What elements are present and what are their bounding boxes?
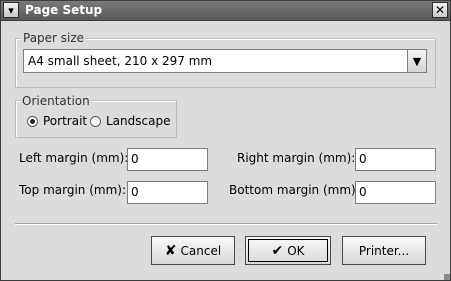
page-setup-dialog: ▾ Page Setup ✕ Paper size A4 small sheet… [0, 0, 451, 281]
orientation-label: Orientation [20, 94, 92, 108]
cancel-button[interactable]: ✘ Cancel [151, 236, 235, 265]
window-title: Page Setup [25, 3, 103, 17]
radio-landscape-label: Landscape [106, 114, 171, 128]
radio-portrait-label: Portrait [43, 114, 88, 128]
printer-button[interactable]: Printer... [342, 236, 426, 265]
bottom-margin-label: Bottom margin (mm): [229, 183, 360, 197]
close-icon[interactable]: ✕ [432, 2, 448, 18]
top-margin-label: Top margin (mm): [19, 183, 126, 197]
cancel-x-icon: ✘ [164, 242, 177, 259]
resize-grip-icon[interactable] [444, 274, 450, 280]
right-margin-label: Right margin (mm): [237, 151, 356, 165]
ok-button[interactable]: ✔ OK [245, 236, 331, 265]
radio-unselected-icon [90, 115, 101, 127]
window-menu-icon[interactable]: ▾ [3, 2, 19, 18]
left-margin-label: Left margin (mm): [19, 151, 129, 165]
paper-size-value: A4 small sheet, 210 x 297 mm [28, 54, 213, 68]
ok-button-label: OK [287, 243, 305, 258]
right-margin-input[interactable]: 0 [355, 148, 436, 171]
bottom-margin-input[interactable]: 0 [355, 181, 436, 204]
printer-button-label: Printer... [358, 243, 410, 258]
paper-size-label: Paper size [21, 31, 87, 45]
paper-size-combo[interactable]: A4 small sheet, 210 x 297 mm ▼ [23, 49, 427, 73]
title-bar[interactable]: ▾ Page Setup ✕ [1, 1, 450, 21]
radio-selected-icon [27, 115, 38, 127]
ok-check-icon: ✔ [271, 242, 284, 259]
cancel-button-label: Cancel [180, 243, 222, 258]
chevron-down-icon[interactable]: ▼ [407, 50, 426, 72]
radio-landscape[interactable]: Landscape [90, 114, 170, 128]
separator [15, 223, 437, 225]
left-margin-input[interactable]: 0 [127, 148, 208, 171]
radio-portrait[interactable]: Portrait [27, 114, 87, 128]
top-margin-input[interactable]: 0 [127, 181, 208, 204]
